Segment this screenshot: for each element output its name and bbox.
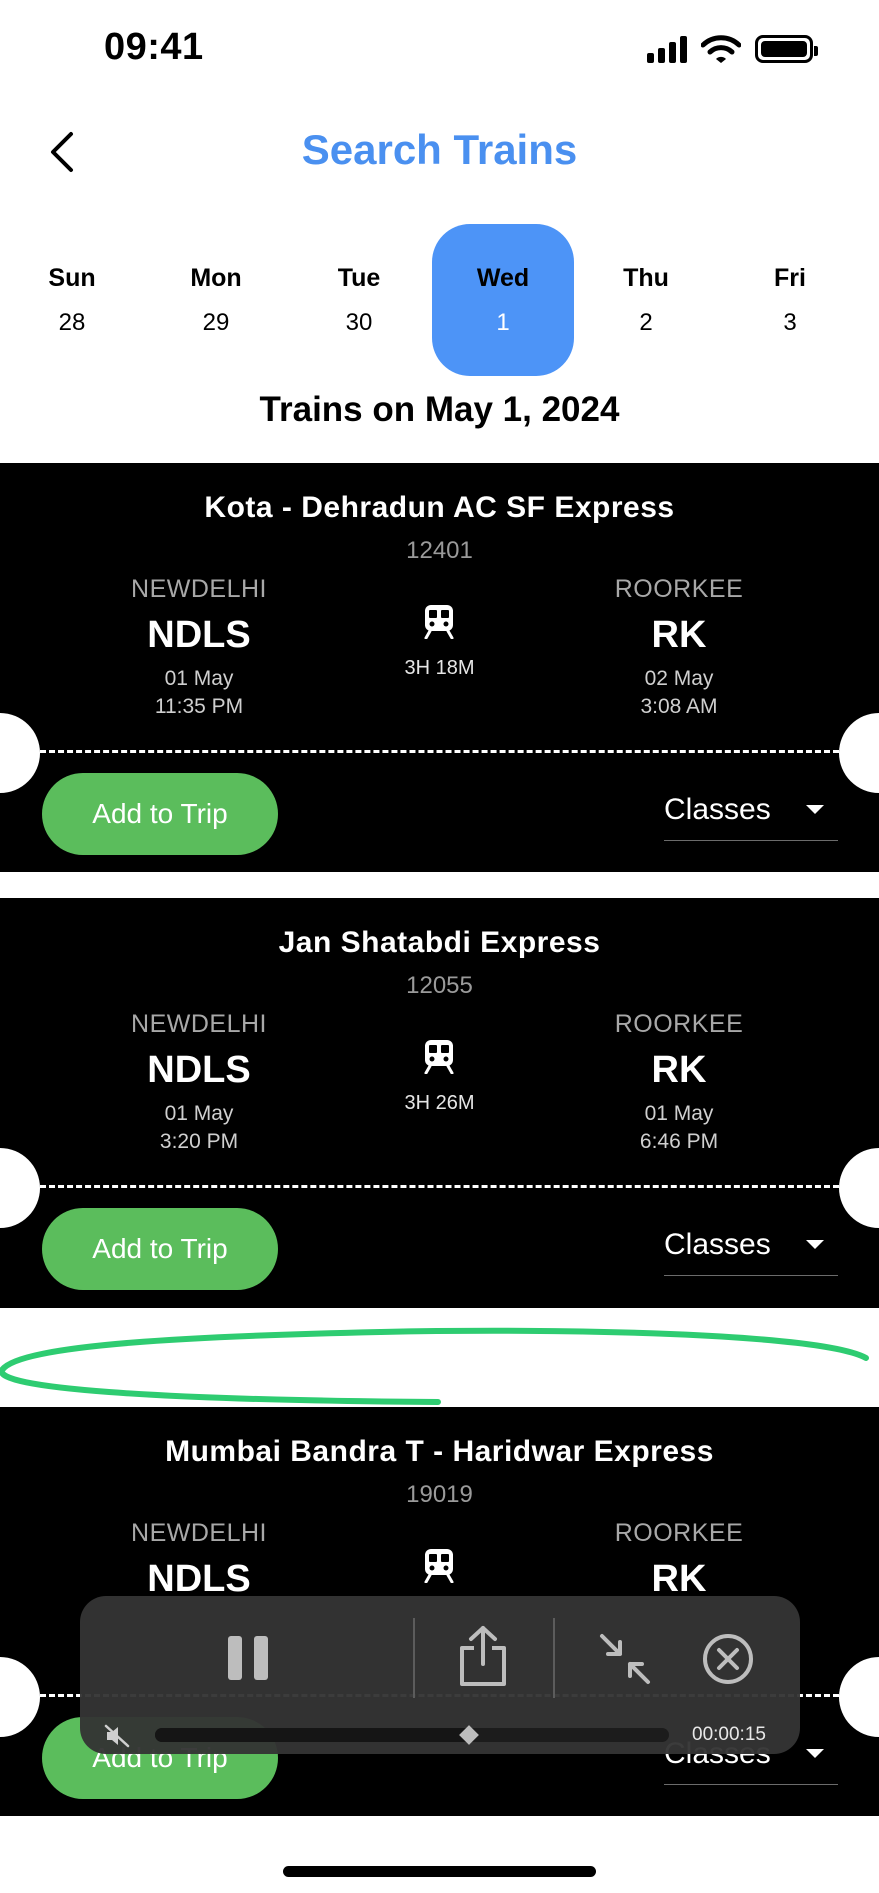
minimize-icon[interactable] bbox=[598, 1632, 652, 1686]
day-number: 29 bbox=[202, 308, 230, 336]
status-icons bbox=[647, 34, 818, 64]
day-number: 1 bbox=[496, 308, 510, 336]
day-number: 30 bbox=[345, 308, 373, 336]
close-icon[interactable] bbox=[701, 1632, 755, 1686]
pause-button[interactable] bbox=[228, 1636, 268, 1696]
cellular-signal-icon bbox=[647, 35, 687, 63]
station-code: NDLS bbox=[147, 1558, 251, 1600]
scribble-annotation bbox=[0, 1327, 869, 1405]
player-divider bbox=[553, 1618, 555, 1698]
day-number: 2 bbox=[639, 308, 653, 336]
station-code: NDLS bbox=[147, 614, 251, 656]
date-heading: Trains on May 1, 2024 bbox=[259, 390, 620, 429]
day-selector: Sun 28 Mon 29 Tue 30 Wed 1 Thu 2 Fri 3 bbox=[0, 224, 879, 376]
ticket-notch bbox=[0, 713, 40, 793]
battery-icon bbox=[755, 35, 818, 63]
day-name: Thu bbox=[623, 263, 669, 292]
progress-fill bbox=[155, 1728, 469, 1742]
train-card: Jan Shatabdi Express 12055 NEWDELHI NDLS… bbox=[0, 898, 879, 1308]
day-fri[interactable]: Fri 3 bbox=[719, 224, 861, 376]
day-name: Mon bbox=[190, 263, 242, 292]
train-icon bbox=[424, 1549, 454, 1583]
station-code: RK bbox=[651, 1558, 707, 1600]
recording-player: 00:00:15 bbox=[80, 1596, 800, 1754]
day-tue[interactable]: Tue 30 bbox=[288, 224, 430, 376]
departure-station: NEWDELHI NDLS bbox=[79, 1519, 319, 1601]
departure-station: NEWDELHI NDLS 01 May 11:35 PM bbox=[79, 575, 319, 719]
classes-label: Classes bbox=[664, 1227, 771, 1261]
train-card: Kota - Dehradun AC SF Express 12401 NEWD… bbox=[0, 463, 879, 872]
arrival-date: 01 May bbox=[644, 1102, 714, 1125]
station-city: ROORKEE bbox=[614, 575, 744, 603]
station-code: RK bbox=[651, 1049, 707, 1091]
day-name: Tue bbox=[337, 263, 381, 292]
ticket-notch bbox=[839, 1657, 879, 1737]
station-city: NEWDELHI bbox=[131, 575, 267, 603]
station-city: NEWDELHI bbox=[131, 1010, 267, 1038]
player-divider bbox=[413, 1618, 415, 1698]
train-name: Jan Shatabdi Express bbox=[278, 926, 601, 959]
wifi-icon bbox=[701, 35, 741, 63]
train-number: 19019 bbox=[406, 1481, 473, 1508]
arrival-time: 3:08 AM bbox=[640, 695, 718, 718]
day-number: 28 bbox=[58, 308, 86, 336]
add-to-trip-button[interactable]: Add to Trip bbox=[42, 773, 278, 855]
day-wed-selected[interactable]: Wed 1 bbox=[432, 224, 574, 376]
classes-dropdown[interactable]: Classes bbox=[664, 779, 838, 841]
train-icon bbox=[424, 1040, 454, 1074]
day-thu[interactable]: Thu 2 bbox=[575, 224, 717, 376]
page-title: Search Trains bbox=[301, 126, 578, 173]
recording-progress-bar[interactable] bbox=[155, 1725, 669, 1745]
train-name: Mumbai Bandra T - Haridwar Express bbox=[165, 1435, 714, 1468]
day-number: 3 bbox=[783, 308, 797, 336]
ticket-divider bbox=[40, 1185, 839, 1188]
classes-label: Classes bbox=[664, 792, 771, 826]
train-number: 12055 bbox=[406, 972, 473, 999]
train-icon bbox=[424, 605, 454, 639]
train-number: 12401 bbox=[406, 537, 473, 564]
arrival-date: 02 May bbox=[644, 667, 714, 690]
ticket-notch bbox=[839, 1148, 879, 1228]
caret-down-icon bbox=[806, 1240, 824, 1249]
caret-down-icon bbox=[806, 805, 824, 814]
arrival-time: 6:46 PM bbox=[639, 1130, 719, 1153]
home-indicator bbox=[283, 1866, 596, 1877]
departure-time: 3:20 PM bbox=[159, 1130, 239, 1153]
station-city: NEWDELHI bbox=[131, 1519, 267, 1547]
day-name: Wed bbox=[476, 263, 530, 292]
day-sun[interactable]: Sun 28 bbox=[1, 224, 143, 376]
arrival-station: ROORKEE RK 01 May 6:46 PM bbox=[559, 1010, 799, 1154]
train-name: Kota - Dehradun AC SF Express bbox=[204, 491, 675, 524]
day-mon[interactable]: Mon 29 bbox=[145, 224, 287, 376]
day-name: Fri bbox=[774, 263, 806, 292]
muted-speaker-icon[interactable] bbox=[104, 1724, 130, 1748]
station-code: RK bbox=[651, 614, 707, 656]
classes-dropdown[interactable]: Classes bbox=[664, 1214, 838, 1276]
status-time: 09:41 bbox=[104, 26, 204, 68]
ticket-notch bbox=[0, 1657, 40, 1737]
station-code: NDLS bbox=[147, 1049, 251, 1091]
ticket-notch bbox=[839, 713, 879, 793]
add-to-trip-button[interactable]: Add to Trip bbox=[42, 1208, 278, 1290]
elapsed-time: 00:00:15 bbox=[692, 1724, 766, 1745]
caret-down-icon bbox=[806, 1749, 824, 1758]
ticket-divider bbox=[40, 750, 839, 753]
day-name: Sun bbox=[48, 263, 96, 292]
share-icon[interactable] bbox=[456, 1624, 510, 1688]
arrival-station: ROORKEE RK 02 May 3:08 AM bbox=[559, 575, 799, 719]
departure-time: 11:35 PM bbox=[154, 695, 244, 718]
arrival-station: ROORKEE RK bbox=[559, 1519, 799, 1601]
status-bar: 09:41 bbox=[0, 0, 879, 100]
station-city: ROORKEE bbox=[614, 1010, 744, 1038]
ticket-notch bbox=[0, 1148, 40, 1228]
departure-station: NEWDELHI NDLS 01 May 3:20 PM bbox=[79, 1010, 319, 1154]
station-city: ROORKEE bbox=[614, 1519, 744, 1547]
